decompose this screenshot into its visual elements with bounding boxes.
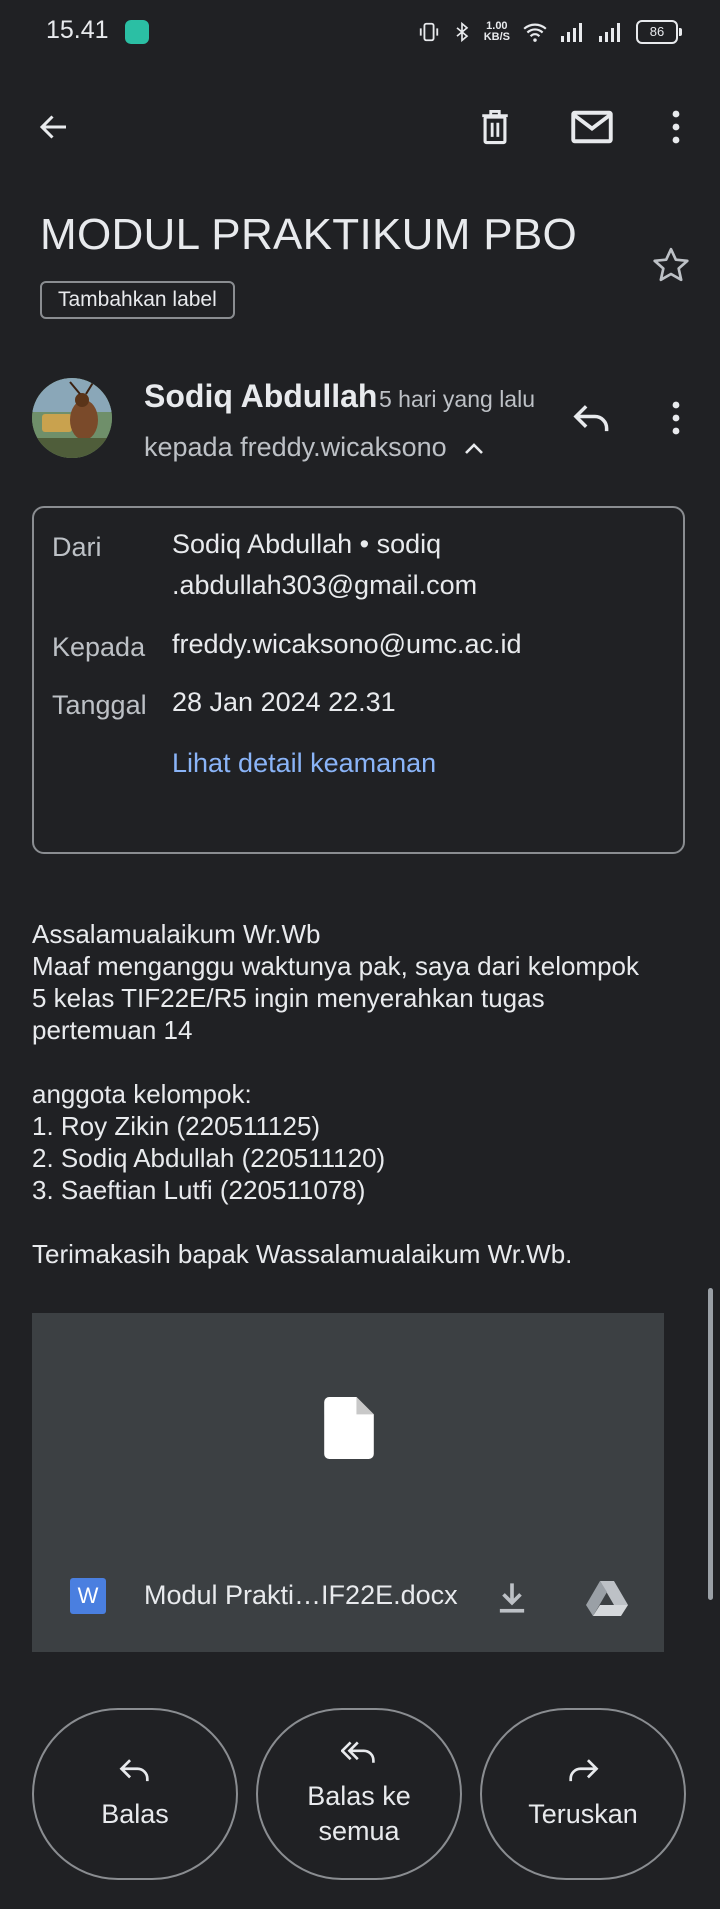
reply-all-label: Balas ke semua: [307, 1779, 411, 1849]
email-body: Assalamualaikum Wr.Wb Maaf menganggu wak…: [32, 919, 640, 1269]
back-button[interactable]: [26, 99, 82, 155]
word-file-icon: W: [70, 1578, 106, 1614]
to-label: Kepada: [52, 632, 146, 662]
status-time: 15.41: [46, 16, 109, 44]
security-details-link[interactable]: Lihat detail keamanan: [172, 748, 436, 779]
from-value-line2: .abdullah303@gmail.com: [172, 570, 478, 600]
vibrate-icon: [418, 21, 440, 43]
reply-label: Balas: [101, 1798, 169, 1829]
file-icon: [324, 1397, 374, 1459]
more-options-button[interactable]: [648, 99, 704, 155]
net-speed-unit: KB/S: [483, 31, 510, 43]
download-button[interactable]: [484, 1570, 540, 1626]
save-to-drive-button[interactable]: [579, 1570, 635, 1626]
reply-all-icon: [341, 1739, 377, 1765]
reply-all-action-button[interactable]: Balas ke semua: [256, 1708, 462, 1880]
message-more-button[interactable]: [648, 390, 704, 446]
add-label-chip[interactable]: Tambahkan label: [40, 281, 235, 319]
mail-icon: [571, 110, 613, 144]
reply-all-label-line2: semua: [318, 1816, 400, 1846]
attachment-name[interactable]: Modul Prakti…IF22E.docx: [144, 1580, 458, 1611]
bluetooth-icon: [452, 21, 472, 43]
reply-action-button[interactable]: Balas: [32, 1708, 238, 1880]
mark-unread-button[interactable]: [564, 99, 620, 155]
forward-action-button[interactable]: Teruskan: [480, 1708, 686, 1880]
from-value: Sodiq Abdullah • sodiq .abdullah303@gmai…: [172, 524, 477, 606]
forward-icon: [567, 1757, 599, 1783]
signal-icon-2: [598, 21, 624, 43]
message-details-panel: Dari Sodiq Abdullah • sodiq .abdullah303…: [32, 506, 685, 854]
wifi-icon: [522, 21, 548, 43]
forward-label: Teruskan: [528, 1798, 638, 1829]
signal-icon-1: [560, 21, 586, 43]
reply-icon: [119, 1757, 151, 1783]
download-icon: [497, 1581, 527, 1615]
network-speed: 1.00 KB/S: [484, 21, 510, 43]
delete-button[interactable]: [467, 99, 523, 155]
date-label: Tanggal: [52, 690, 147, 720]
from-label: Dari: [52, 532, 102, 562]
reply-icon: [573, 403, 611, 433]
sender-avatar[interactable]: [32, 378, 112, 458]
more-vert-icon: [671, 110, 681, 144]
star-icon: [651, 245, 691, 285]
to-value: freddy.wicaksono@umc.ac.id: [172, 629, 522, 659]
date-value: 28 Jan 2024 22.31: [172, 687, 396, 717]
chevron-up-icon: [464, 442, 484, 456]
drive-icon: [585, 1579, 629, 1617]
battery-indicator: 86: [636, 20, 682, 44]
recipient-summary-text: kepada freddy.wicaksono: [144, 432, 447, 462]
sender-name: Sodiq Abdullah: [144, 378, 378, 414]
trash-icon: [478, 108, 512, 146]
status-icons: 1.00 KB/S 86: [418, 14, 682, 50]
from-value-line1: Sodiq Abdullah • sodiq: [172, 529, 442, 559]
arrow-left-icon: [36, 109, 72, 145]
recipient-summary[interactable]: kepada freddy.wicaksono: [144, 432, 484, 463]
more-vert-icon: [671, 401, 681, 435]
reply-all-label-line1: Balas ke: [307, 1781, 411, 1811]
star-button[interactable]: [643, 237, 699, 293]
email-subject: MODUL PRAKTIKUM PBO: [40, 210, 578, 259]
sent-time: 5 hari yang lalu: [379, 386, 535, 412]
reply-button[interactable]: [564, 390, 620, 446]
chat-app-notification-icon: [125, 20, 149, 44]
scrollbar[interactable]: [708, 1288, 713, 1600]
